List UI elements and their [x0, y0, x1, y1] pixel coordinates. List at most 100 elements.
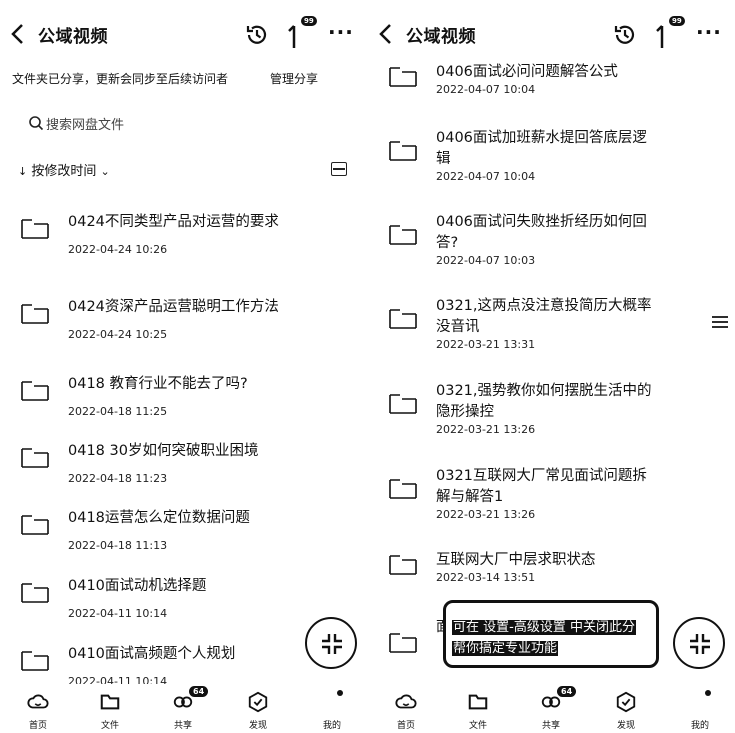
- file-row[interactable]: 0424不同类型产品对运营的要求 2022-04-24 10:26: [0, 212, 367, 272]
- compress-icon: [322, 634, 342, 654]
- file-row[interactable]: 0418 30岁如何突破职业困境 2022-04-18 11:23: [0, 441, 367, 501]
- folder-icon: [21, 651, 49, 671]
- tab-label: 文件: [468, 721, 487, 731]
- tab-home[interactable]: 首页: [8, 684, 68, 733]
- file-date: 2022-04-18 11:13: [68, 539, 168, 552]
- right-screen: 公域视频 99 ··· 0406面试必问问题解答公式 2022-04-07 10:…: [368, 0, 735, 733]
- tab-label: 共享: [541, 721, 560, 731]
- file-row[interactable]: 0406面试必问问题解答公式 2022-04-07 10:04: [368, 62, 735, 122]
- file-row[interactable]: 0406面试问失败挫折经历如何回答? 2022-04-07 10:03: [368, 212, 735, 272]
- history-icon[interactable]: [612, 22, 638, 48]
- file-date: 2022-04-24 10:25: [68, 328, 168, 341]
- tab-share[interactable]: 64 共享: [521, 684, 581, 733]
- tab-home[interactable]: 首页: [376, 684, 436, 733]
- folder-icon: [21, 219, 49, 239]
- folder-icon: [389, 141, 417, 161]
- page-title: 公域视频: [406, 27, 476, 47]
- file-date: 2022-03-21 13:31: [436, 338, 536, 351]
- file-name: 互联网大厂中层求职状态: [436, 552, 596, 568]
- tab-me[interactable]: 我的: [670, 684, 730, 733]
- folder-icon: [21, 381, 49, 401]
- more-options-icon[interactable]: ···: [328, 20, 354, 44]
- search-input[interactable]: 搜索网盘文件: [46, 114, 124, 133]
- file-name: 0410面试高频题个人规划: [68, 646, 236, 662]
- folder-icon: [21, 304, 49, 324]
- file-row[interactable]: 0406面试加班薪水提回答底层逻辑 2022-04-07 10:04: [368, 128, 735, 188]
- folder-icon: [21, 515, 49, 535]
- tab-share[interactable]: 64 共享: [153, 684, 213, 733]
- manage-share-link[interactable]: 管理分享: [270, 70, 318, 87]
- folder-icon: [389, 479, 417, 499]
- discover-icon: [616, 691, 636, 713]
- chevron-down-icon: ⌄: [100, 165, 110, 178]
- file-name: 0321,这两点没注意投简历大概率没音讯: [436, 298, 652, 335]
- file-date: 2022-04-24 10:26: [68, 243, 168, 256]
- toast-line-2: 帮你搞定专业功能: [452, 641, 559, 656]
- file-row[interactable]: 0321互联网大厂常见面试问题拆解与解答1 2022-03-21 13:26: [368, 466, 735, 526]
- tab-discover[interactable]: 发现: [596, 684, 656, 733]
- bottom-tab-bar: 首页 文件 64 共享 发现 我的: [368, 684, 735, 733]
- tab-files[interactable]: 文件: [80, 684, 140, 733]
- view-toggle-icon[interactable]: [331, 162, 347, 176]
- tab-discover[interactable]: 发现: [228, 684, 288, 733]
- file-date: 2022-03-21 13:26: [436, 423, 536, 436]
- file-name: 0406面试必问问题解答公式: [436, 64, 618, 80]
- sort-dropdown[interactable]: ↓ 按修改时间 ⌄: [18, 160, 110, 179]
- tip-toast: 可在 设置-高级设置 中关闭此分 帮你搞定专业功能: [443, 600, 659, 668]
- file-date: 2022-04-07 10:04: [436, 170, 536, 183]
- floating-action-button[interactable]: [673, 617, 725, 669]
- tab-files[interactable]: 文件: [448, 684, 508, 733]
- file-row[interactable]: 0321,强势教你如何摆脱生活中的隐形操控 2022-03-21 13:26: [368, 381, 735, 441]
- tab-label: 我的: [690, 721, 709, 731]
- folder-icon: [468, 694, 488, 710]
- tab-badge: 64: [557, 686, 577, 697]
- floating-action-button[interactable]: [305, 617, 357, 669]
- more-options-icon[interactable]: ···: [696, 20, 722, 44]
- file-name: 0321,强势教你如何摆脱生活中的隐形操控: [436, 383, 652, 420]
- notification-dot: [337, 690, 343, 696]
- back-arrow-icon[interactable]: [8, 22, 28, 46]
- share-notice: 文件夹已分享，更新会同步至后续访问者: [12, 72, 229, 86]
- sort-label: 按修改时间: [31, 164, 97, 179]
- file-name: 0418运营怎么定位数据问题: [68, 510, 250, 526]
- folder-icon: [389, 394, 417, 414]
- discover-icon: [248, 691, 268, 713]
- tab-label: 首页: [396, 721, 415, 731]
- top-bar: 公域视频 99 ···: [368, 0, 735, 68]
- transfer-button[interactable]: 99: [653, 16, 687, 50]
- file-date: 2022-03-21 13:26: [436, 508, 536, 521]
- page-title: 公域视频: [38, 27, 108, 47]
- compress-icon: [690, 634, 710, 654]
- cloud-icon: [27, 694, 49, 709]
- file-date: 2022-04-18 11:23: [68, 472, 168, 485]
- cloud-icon: [395, 694, 417, 709]
- file-date: 2022-04-07 10:03: [436, 254, 536, 267]
- transfer-button[interactable]: 99: [285, 16, 319, 50]
- folder-icon: [389, 633, 417, 653]
- file-name: 0424资深产品运营聪明工作方法: [68, 299, 279, 315]
- left-screen: 公域视频 99 ··· 文件夹已分享，更新会同步至后续访问者 管理分享 搜索网盘…: [0, 0, 367, 733]
- bottom-tab-bar: 首页 文件 64 共享 发现 我的: [0, 684, 367, 733]
- history-icon[interactable]: [244, 22, 270, 48]
- file-name: 0406面试加班薪水提回答底层逻辑: [436, 130, 647, 167]
- file-row[interactable]: 0424资深产品运营聪明工作方法 2022-04-24 10:25: [0, 297, 367, 357]
- folder-icon: [389, 555, 417, 575]
- tab-label: 发现: [616, 721, 635, 731]
- tab-label: 发现: [248, 721, 267, 731]
- tab-me[interactable]: 我的: [302, 684, 362, 733]
- file-name: 0410面试动机选择题: [68, 578, 207, 594]
- file-name: 0321互联网大厂常见面试问题拆解与解答1: [436, 468, 647, 505]
- file-row[interactable]: 0418 教育行业不能去了吗? 2022-04-18 11:25: [0, 374, 367, 434]
- transfer-badge: 99: [301, 16, 317, 26]
- back-arrow-icon[interactable]: [376, 22, 396, 46]
- folder-icon: [21, 448, 49, 468]
- folder-icon: [389, 225, 417, 245]
- file-row[interactable]: 0321,这两点没注意投简历大概率没音讯 2022-03-21 13:31: [368, 296, 735, 356]
- file-name: 0406面试问失败挫折经历如何回答?: [436, 214, 647, 251]
- transfer-badge: 99: [669, 16, 685, 26]
- file-row[interactable]: 0418运营怎么定位数据问题 2022-04-18 11:13: [0, 508, 367, 568]
- menu-icon[interactable]: [711, 315, 729, 329]
- tab-label: 文件: [100, 721, 119, 731]
- file-name: 0424不同类型产品对运营的要求: [68, 214, 279, 230]
- file-date: 2022-04-18 11:25: [68, 405, 168, 418]
